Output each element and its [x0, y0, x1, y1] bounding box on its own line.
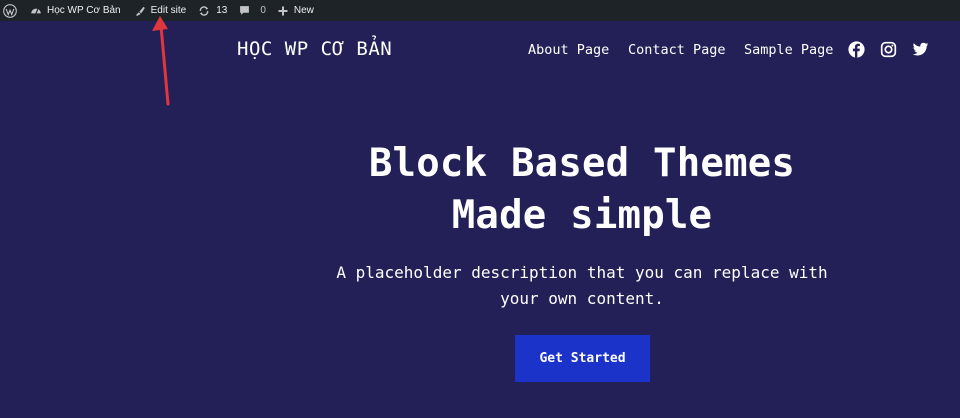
- hero-heading: Block Based Themes Made simple: [300, 138, 864, 242]
- twitter-icon[interactable]: [912, 41, 929, 58]
- updates-link[interactable]: 13: [192, 0, 233, 21]
- edit-site-label: Edit site: [150, 5, 187, 16]
- hero-description-line-2: your own content.: [500, 289, 664, 308]
- comment-icon: [240, 6, 250, 15]
- nav-link-sample[interactable]: Sample Page: [744, 42, 833, 58]
- annotation-arrow-icon: [152, 16, 170, 106]
- nav-item-about: About Page: [528, 40, 609, 60]
- nav-link-about[interactable]: About Page: [528, 42, 609, 58]
- new-label: New: [293, 5, 314, 16]
- hero-description-line-1: A placeholder description that you can r…: [336, 263, 828, 282]
- comments-link[interactable]: 0: [233, 0, 272, 21]
- site-title[interactable]: HỌC WP CƠ BẢN: [237, 38, 392, 60]
- plus-icon: [278, 6, 288, 15]
- nav-item-sample: Sample Page: [744, 40, 833, 60]
- nav-link-contact[interactable]: Contact Page: [628, 42, 726, 58]
- wordpress-logo-icon[interactable]: [0, 0, 23, 21]
- hero-description: A placeholder description that you can r…: [282, 260, 882, 312]
- admin-bar: Học WP Cơ Bản Edit site 13 0 New: [0, 0, 960, 21]
- dashboard-icon: [31, 8, 41, 14]
- brush-icon: [135, 6, 145, 16]
- edit-site-link[interactable]: Edit site: [128, 0, 193, 21]
- facebook-icon[interactable]: [848, 41, 865, 58]
- update-icon: [199, 5, 209, 16]
- updates-count: 13: [216, 5, 228, 16]
- nav-item-contact: Contact Page: [628, 40, 726, 60]
- get-started-button[interactable]: Get Started: [515, 335, 650, 382]
- instagram-icon[interactable]: [880, 41, 897, 58]
- hero-heading-line-1: Block Based Themes: [368, 141, 796, 186]
- comments-count: 0: [260, 5, 266, 16]
- admin-bar-site-name[interactable]: Học WP Cơ Bản: [23, 0, 128, 21]
- hero-heading-line-2: Made simple: [451, 193, 713, 238]
- site-name-label: Học WP Cơ Bản: [47, 5, 121, 16]
- new-content-link[interactable]: New: [272, 0, 320, 21]
